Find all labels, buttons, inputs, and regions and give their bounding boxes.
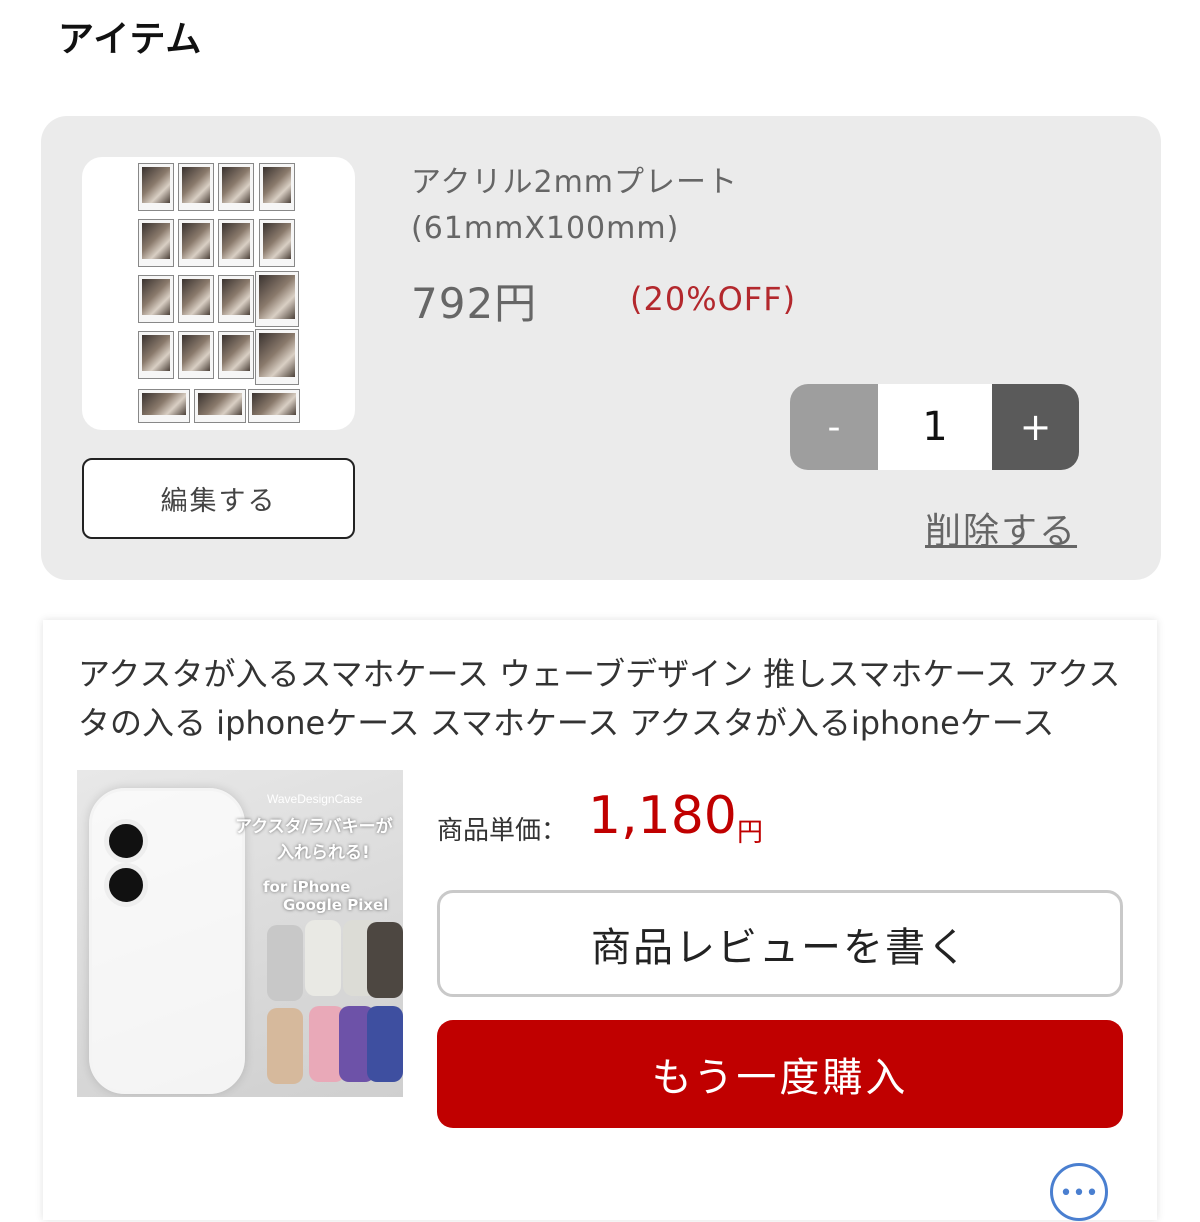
history-product-title[interactable]: アクスタが入るスマホケース ウェーブデザイン 推しスマホケース アクスタの入る … [78, 650, 1123, 748]
image-promo-text: アクスタ/ラバキーが [235, 817, 393, 837]
section-title: アイテム [58, 19, 203, 60]
product-price: 792円 [411, 279, 538, 328]
phone-case-image[interactable]: WaveDesignCase アクスタ/ラバキーが 入れられる! for iPh… [77, 770, 403, 1097]
product-thumbnail[interactable] [82, 157, 355, 430]
phone-case-shape [89, 788, 245, 1094]
delete-link[interactable]: 削除する [925, 502, 1077, 554]
color-swatch [305, 920, 341, 996]
quantity-value[interactable]: 1 [878, 384, 992, 470]
write-review-button[interactable]: 商品レビューを書く [437, 890, 1123, 997]
buy-again-button[interactable]: もう一度購入 [437, 1020, 1123, 1128]
color-swatch [367, 1006, 403, 1082]
edit-button[interactable]: 編集する [82, 458, 355, 539]
more-dots-icon: ••• [1059, 1181, 1099, 1206]
unit-price-value: 1,180 [588, 786, 737, 846]
camera-lens-icon [104, 863, 148, 907]
increase-quantity-button[interactable]: + [992, 384, 1079, 470]
discount-badge: (20%OFF) [630, 280, 797, 318]
product-name[interactable]: アクリル2mmプレート (61mmX100mm) [411, 160, 831, 252]
color-swatch [267, 925, 303, 1001]
quantity-stepper: - 1 + [790, 384, 1079, 470]
unit-price-currency: 円 [737, 818, 764, 848]
color-swatch [267, 1008, 303, 1084]
image-promo-text: Google Pixel [283, 896, 389, 914]
camera-lens-icon [104, 819, 148, 863]
more-options-button[interactable]: ••• [1050, 1163, 1108, 1221]
unit-price-label: 商品単価： [437, 816, 568, 846]
product-name-line2: (61mmX100mm) [411, 211, 680, 246]
color-swatch [367, 922, 403, 998]
photo-grid-image [138, 163, 300, 425]
image-promo-text: 入れられる! [277, 843, 370, 863]
image-promo-text: for iPhone [263, 878, 351, 896]
product-name-line1: アクリル2mmプレート [411, 165, 739, 200]
history-product-title-text: アクスタが入るスマホケース ウェーブデザイン 推しスマホケース アクスタの入る … [78, 655, 1121, 742]
image-brand-text: WaveDesignCase [267, 792, 363, 806]
decrease-quantity-button[interactable]: - [790, 384, 878, 470]
